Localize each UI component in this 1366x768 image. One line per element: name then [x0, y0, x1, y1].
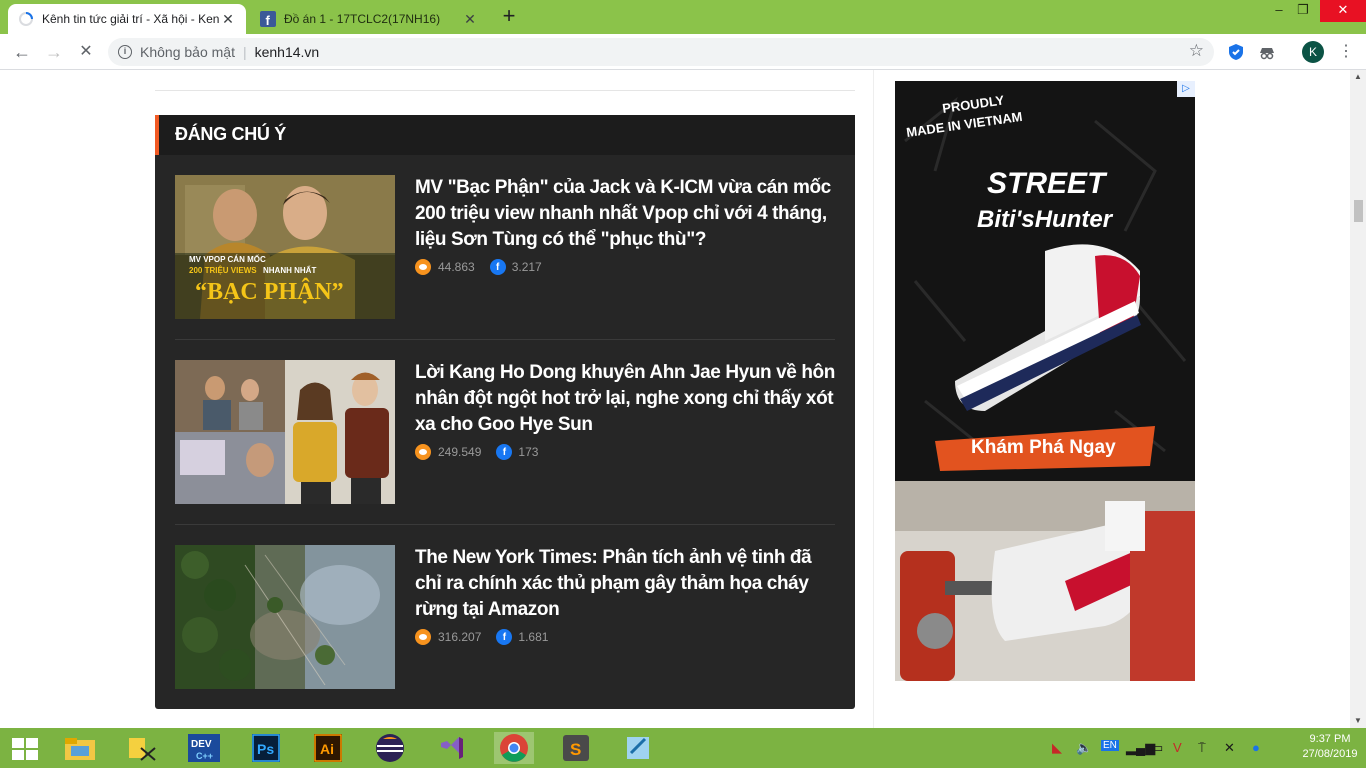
ad-cta[interactable]: Khám Phá Ngay	[971, 437, 1116, 458]
dev-cpp-icon[interactable]: DEV C++	[184, 732, 224, 764]
network-tool-icon[interactable]	[122, 732, 162, 764]
info-icon[interactable]: i	[118, 45, 132, 59]
article-headline[interactable]: The New York Times: Phân tích ảnh vệ tin…	[415, 545, 835, 623]
article-item[interactable]: The New York Times: Phân tích ảnh vệ tin…	[175, 545, 835, 689]
new-tab-button[interactable]: +	[496, 5, 522, 29]
windows-taskbar: DEV C++ Ps Ai S ◣ 🔈 EN ▂▄▆ ▭ V ⍑ ✕ ● 9:37…	[0, 728, 1366, 768]
thumb-caption: “BẠC PHẬN”	[195, 279, 344, 305]
views-icon	[415, 444, 431, 460]
svg-text:C++: C++	[196, 751, 213, 761]
scroll-up-icon[interactable]: ▲	[1350, 70, 1366, 84]
ad-brand: Biti'sHunter	[977, 206, 1114, 233]
ad-product-line: STREET	[987, 167, 1108, 200]
profile-avatar[interactable]: K	[1302, 41, 1324, 63]
share-count: 3.217	[511, 260, 542, 274]
view-count: 44.863	[438, 260, 475, 274]
tab-kenh14[interactable]: Kênh tin tức giải trí - Xã hội - Ken ✕	[8, 4, 246, 34]
notepad-icon[interactable]	[618, 732, 658, 764]
dev-label: DEV	[191, 739, 212, 750]
page-scrollbar[interactable]: ▲ ▼	[1350, 70, 1366, 728]
share-count: 1.681	[518, 630, 549, 644]
tab-strip: Kênh tin tức giải trí - Xã hội - Ken ✕ f…	[0, 0, 1366, 34]
page-content: ĐÁNG CHÚ Ý MV VPOP CÁN MỐC 200 TRIỆU VIE…	[0, 70, 1350, 728]
battery-icon[interactable]: ▭	[1151, 740, 1163, 756]
url-text[interactable]: kenh14.vn	[255, 44, 320, 60]
thumb-caption: 200 TRIỆU VIEWS	[189, 266, 257, 275]
file-explorer-icon[interactable]	[60, 732, 100, 764]
tab-close-icon[interactable]: ✕	[462, 11, 478, 28]
onedrive-icon[interactable]: ●	[1252, 740, 1260, 755]
article-thumbnail[interactable]	[175, 360, 395, 504]
article-stats: 316.207 f 1.681	[415, 629, 548, 645]
ps-label: Ps	[257, 741, 274, 757]
clock-time: 9:37 PM	[1309, 733, 1351, 745]
eclipse-icon[interactable]	[370, 732, 410, 764]
thumb-caption: MV VPOP CÁN MỐC	[189, 254, 266, 264]
article-divider	[175, 524, 835, 525]
illustrator-icon[interactable]: Ai	[308, 732, 348, 764]
scroll-thumb[interactable]	[1354, 200, 1363, 222]
security-status: Không bảo mật	[140, 44, 235, 60]
section-title: ĐÁNG CHÚ Ý	[175, 124, 287, 144]
facebook-icon: f	[496, 629, 513, 645]
menu-icon[interactable]: ⋮	[1336, 42, 1356, 62]
stop-button[interactable]: ✕	[74, 40, 98, 64]
sublime-text-icon[interactable]: S	[556, 732, 596, 764]
tab-title: Kênh tin tức giải trí - Xã hội - Ken	[42, 12, 220, 26]
chrome-icon[interactable]	[494, 732, 534, 764]
ai-label: Ai	[320, 741, 334, 757]
clock-date: 27/08/2019	[1302, 748, 1358, 760]
back-button[interactable]: ←	[10, 40, 34, 64]
visual-studio-icon[interactable]	[432, 732, 472, 764]
article-stats: 249.549 f 173	[415, 444, 538, 460]
article-headline[interactable]: Lời Kang Ho Dong khuyên Ahn Jae Hyun về …	[415, 360, 835, 438]
tab-close-icon[interactable]: ✕	[220, 11, 236, 28]
close-window-button[interactable]: ✕	[1320, 0, 1366, 22]
address-separator: |	[242, 44, 247, 60]
volume-icon[interactable]: 🔈	[1076, 740, 1092, 756]
article-headline[interactable]: MV "Bạc Phận" của Jack và K-ICM vừa cán …	[415, 175, 835, 253]
shield-extension-icon[interactable]	[1226, 42, 1246, 62]
windows-start-icon[interactable]	[12, 738, 38, 760]
sidebar-divider	[873, 70, 874, 728]
adchoices-icon[interactable]: ▷	[1177, 81, 1195, 97]
featured-section: ĐÁNG CHÚ Ý MV VPOP CÁN MỐC 200 TRIỆU VIE…	[155, 115, 855, 709]
views-icon	[415, 259, 431, 275]
tray-flag-icon[interactable]: ◣	[1052, 740, 1062, 756]
article-thumbnail[interactable]	[175, 545, 395, 689]
view-count: 316.207	[438, 630, 482, 644]
facebook-icon: f	[489, 259, 506, 275]
incognito-extension-icon[interactable]	[1257, 42, 1277, 62]
section-header: ĐÁNG CHÚ Ý	[155, 115, 855, 155]
article-item[interactable]: MV VPOP CÁN MỐC 200 TRIỆU VIEWS NHANH NH…	[175, 175, 835, 319]
facebook-favicon-icon: f	[260, 11, 276, 27]
tab-do-an[interactable]: f Đồ án 1 - 17TCLC2(17NH16) ✕	[250, 4, 488, 34]
tab-title: Đồ án 1 - 17TCLC2(17NH16)	[284, 12, 441, 26]
svg-text:f: f	[266, 13, 271, 27]
usb-icon[interactable]: ⍑	[1198, 740, 1206, 756]
scroll-down-icon[interactable]: ▼	[1350, 714, 1366, 728]
article-divider	[175, 339, 835, 340]
loading-spinner-icon	[19, 12, 33, 26]
antivirus-icon[interactable]: V	[1173, 740, 1182, 755]
forward-button[interactable]: →	[42, 40, 66, 64]
photoshop-icon[interactable]: Ps	[246, 732, 286, 764]
browser-toolbar: ← → ✕ i Không bảo mật | kenh14.vn ☆ K ⋮	[0, 34, 1366, 70]
view-count: 249.549	[438, 445, 482, 459]
share-count: 173	[518, 445, 539, 459]
advertisement-banner[interactable]: PROUDLY MADE IN VIETNAM STREET Biti'sHun…	[895, 81, 1195, 681]
system-clock[interactable]: 9:37 PM 27/08/2019	[1300, 732, 1360, 762]
article-item[interactable]: Lời Kang Ho Dong khuyên Ahn Jae Hyun về …	[175, 360, 835, 504]
tray-close-icon[interactable]: ✕	[1224, 740, 1235, 756]
article-stats: 44.863 f 3.217	[415, 259, 542, 275]
views-icon	[415, 629, 431, 645]
bookmark-star-icon[interactable]: ☆	[1189, 41, 1204, 61]
sublime-label: S	[570, 740, 581, 759]
article-thumbnail[interactable]: MV VPOP CÁN MỐC 200 TRIỆU VIEWS NHANH NH…	[175, 175, 395, 319]
thumb-caption: NHANH NHẤT	[263, 265, 316, 275]
language-icon[interactable]: EN	[1101, 740, 1119, 751]
divider	[155, 90, 855, 91]
facebook-icon: f	[496, 444, 513, 460]
address-bar[interactable]: i Không bảo mật | kenh14.vn ☆	[108, 38, 1214, 66]
